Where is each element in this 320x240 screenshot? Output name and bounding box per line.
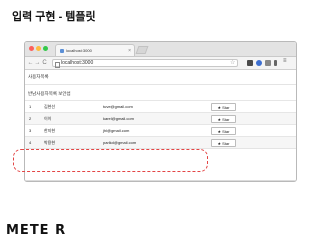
- url-text: localhost:3000: [61, 60, 94, 66]
- extension-icon[interactable]: [247, 60, 253, 66]
- row-number: 1: [29, 104, 32, 109]
- browser-toolbar: ← → C localhost:3000 ☆ ≡: [25, 57, 296, 70]
- extension-icon[interactable]: [265, 60, 271, 66]
- star-button[interactable]: ★ Star: [211, 103, 236, 111]
- user-email: parlkd@gmail.com: [103, 140, 137, 145]
- form-highlight: [13, 149, 208, 172]
- tab-title: localhost:3000: [66, 48, 92, 53]
- slide-title: 입력 구현 - 템플릿: [12, 11, 96, 23]
- back-icon[interactable]: ←: [27, 60, 34, 66]
- star-button[interactable]: ★ Star: [211, 127, 236, 135]
- forward-icon[interactable]: →: [34, 60, 41, 66]
- star-button[interactable]: ★ Star: [211, 115, 236, 123]
- extension-icon[interactable]: [274, 60, 277, 66]
- meteor-logo: METE R: [6, 223, 67, 238]
- minimize-window-icon[interactable]: [36, 46, 41, 51]
- star-button[interactable]: ★ Star: [211, 139, 236, 147]
- star-icon: ★: [217, 116, 222, 122]
- user-email: karel@gmail.com: [103, 116, 134, 121]
- user-name: 이이: [44, 116, 52, 121]
- star-label: Star: [222, 140, 230, 146]
- new-tab-button[interactable]: [135, 46, 149, 54]
- page-subtitle: 반남사용자목록 보안섭: [28, 91, 71, 96]
- user-name: 박용현: [44, 140, 56, 145]
- browser-titlebar: localhost:3000 ×: [25, 42, 296, 57]
- row-number: 4: [29, 140, 32, 145]
- star-label: Star: [222, 116, 230, 122]
- user-name: 한지현: [44, 128, 56, 133]
- app-title: 사용자목록: [28, 74, 49, 79]
- row-number: 3: [29, 128, 32, 133]
- bookmark-star-icon[interactable]: ☆: [230, 59, 235, 66]
- divider: [25, 84, 296, 85]
- page-icon: [55, 61, 60, 68]
- star-label: Star: [222, 104, 230, 110]
- row-number: 2: [29, 116, 32, 121]
- star-icon: ★: [217, 104, 222, 110]
- menu-icon[interactable]: ≡: [283, 58, 291, 64]
- user-email: jhl@gmail.com: [103, 128, 130, 133]
- star-icon: ★: [217, 128, 222, 134]
- star-icon: ★: [217, 140, 222, 146]
- reload-icon[interactable]: C: [41, 60, 48, 66]
- maximize-window-icon[interactable]: [43, 46, 48, 51]
- tab-close-icon[interactable]: ×: [128, 48, 131, 54]
- add-user-form: +: [25, 180, 296, 181]
- star-label: Star: [222, 128, 230, 134]
- user-name: 김현선: [44, 104, 56, 109]
- close-window-icon[interactable]: [29, 46, 34, 51]
- user-email: tuve@gmail.com: [103, 104, 133, 109]
- extension-icon[interactable]: [256, 60, 262, 66]
- browser-tab[interactable]: localhost:3000 ×: [55, 44, 135, 56]
- favicon-icon: [60, 48, 64, 53]
- address-bar[interactable]: localhost:3000: [52, 59, 238, 68]
